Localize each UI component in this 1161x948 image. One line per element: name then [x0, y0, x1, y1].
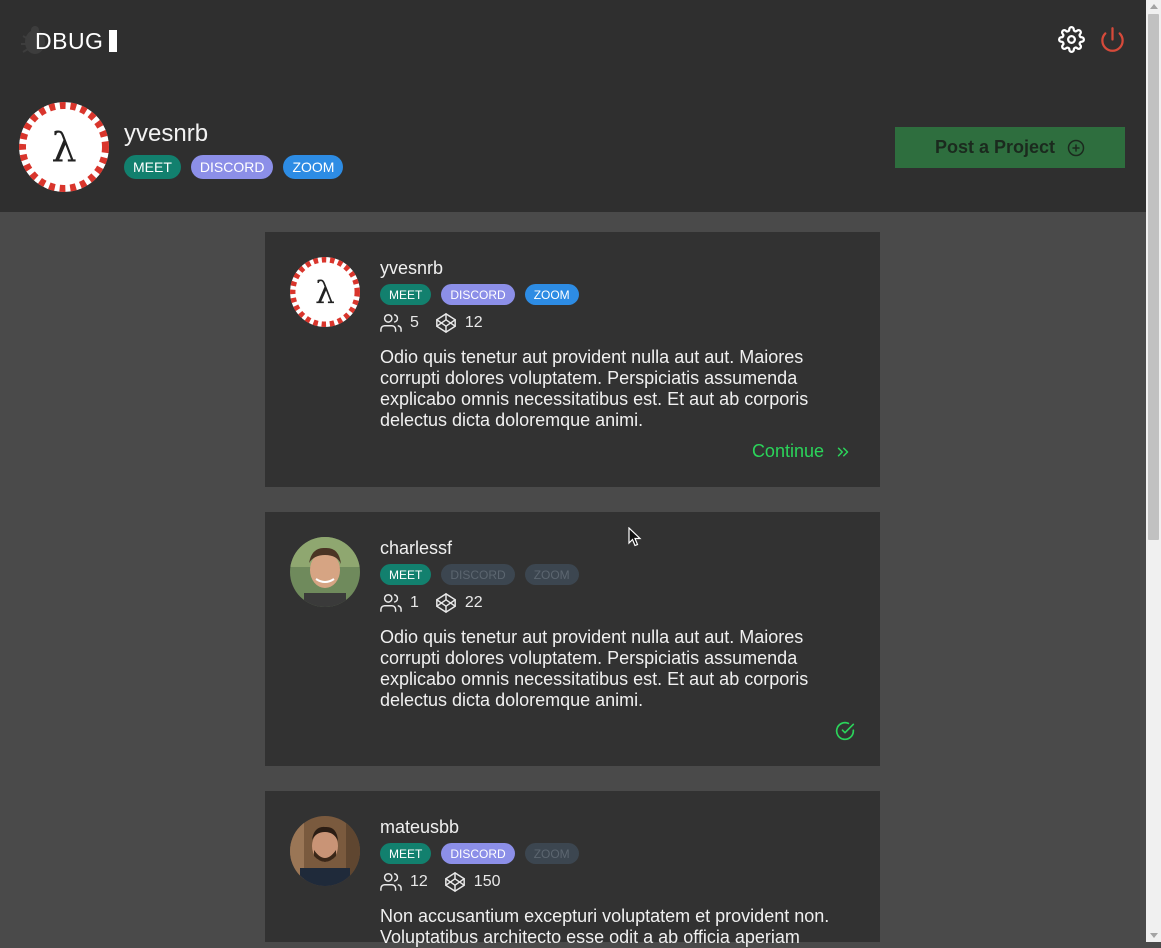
code-stat: 22 — [435, 592, 483, 614]
tag-discord: DISCORD — [441, 564, 515, 585]
tag-zoom: ZOOM — [524, 843, 579, 864]
members-stat: 12 — [380, 871, 428, 893]
avatar — [290, 537, 360, 607]
tag-meet[interactable]: MEET — [380, 843, 432, 864]
codepen-icon — [436, 593, 456, 613]
card-username[interactable]: mateusbb — [380, 817, 459, 838]
settings-button[interactable] — [1058, 26, 1085, 53]
tag-meet[interactable]: MEET — [380, 564, 432, 585]
app-logo[interactable]: DBUG — [18, 24, 118, 58]
card-tags: MEET DISCORD ZOOM — [380, 564, 579, 585]
members-count: 5 — [410, 314, 419, 331]
profile-tags: MEET DISCORD ZOOM — [124, 155, 344, 179]
project-card: mateusbb MEET DISCORD ZOOM 12 150 Non ac… — [265, 791, 880, 947]
project-card: λ yvesnrb MEET DISCORD ZOOM 5 12 Odio qu… — [265, 232, 880, 487]
logo-text: DBUG — [35, 27, 104, 54]
mouse-pointer-icon — [628, 527, 642, 547]
code-stat: 150 — [444, 871, 501, 893]
plus-circle-icon — [1067, 139, 1085, 156]
tag-discord[interactable]: DISCORD — [441, 843, 515, 864]
top-header: DBUG λ yvesnrb MEET DISCORD ZOOM Post a … — [0, 0, 1146, 212]
avatar — [290, 816, 360, 886]
svg-text:λ: λ — [315, 275, 335, 311]
user-photo — [290, 816, 360, 886]
users-icon — [380, 314, 402, 332]
tag-zoom: ZOOM — [524, 564, 579, 585]
power-icon — [1101, 27, 1124, 52]
card-description: Odio quis tenetur aut provident nulla au… — [380, 627, 809, 710]
codepen-icon — [436, 313, 456, 333]
members-stat: 5 — [380, 312, 419, 334]
code-count: 22 — [464, 594, 483, 611]
card-description: Odio quis tenetur aut provident nulla au… — [380, 347, 809, 430]
lambda-logo: λ — [19, 102, 109, 192]
lambda-logo: λ — [290, 257, 360, 327]
code-count: 12 — [464, 314, 483, 331]
post-project-button[interactable]: Post a Project — [895, 127, 1125, 168]
card-tags: MEET DISCORD ZOOM — [380, 284, 579, 305]
scrollbar-thumb[interactable] — [1148, 14, 1159, 540]
card-tags: MEET DISCORD ZOOM — [380, 843, 579, 864]
profile-username: yvesnrb — [124, 120, 209, 147]
project-card: charlessf MEET DISCORD ZOOM 1 22 Odio qu… — [265, 512, 880, 766]
gear-icon — [1058, 26, 1085, 53]
tag-discord[interactable]: DISCORD — [190, 155, 274, 179]
tag-meet[interactable]: MEET — [124, 155, 181, 179]
card-username[interactable]: yvesnrb — [380, 258, 443, 279]
members-count: 12 — [410, 873, 428, 890]
profile-avatar: λ — [19, 102, 109, 192]
avatar: λ — [290, 257, 360, 327]
tag-discord[interactable]: DISCORD — [441, 284, 515, 305]
tag-meet[interactable]: MEET — [380, 284, 432, 305]
vertical-scrollbar[interactable] — [1146, 0, 1161, 942]
continue-label: Continue — [751, 441, 824, 461]
members-stat: 1 — [380, 592, 419, 614]
codepen-icon — [444, 872, 465, 892]
users-icon — [380, 873, 402, 891]
post-project-label: Post a Project — [934, 137, 1056, 157]
logo-cursor — [109, 30, 118, 52]
tag-zoom[interactable]: ZOOM — [524, 284, 579, 305]
tag-zoom[interactable]: ZOOM — [283, 155, 344, 179]
users-icon — [380, 594, 402, 612]
code-count: 150 — [473, 873, 501, 890]
double-chevron-right-icon — [837, 447, 849, 456]
scroll-up-arrow[interactable] — [1150, 4, 1158, 9]
scroll-down-arrow[interactable] — [1150, 933, 1158, 938]
code-stat: 12 — [435, 312, 483, 334]
card-stats: 12 150 — [380, 871, 517, 893]
card-stats: 1 22 — [380, 592, 499, 614]
members-count: 1 — [410, 594, 419, 611]
card-stats: 5 12 — [380, 312, 499, 334]
check-circle-icon[interactable] — [835, 721, 855, 741]
svg-text:λ: λ — [51, 125, 76, 171]
continue-button[interactable]: Continue — [752, 441, 852, 462]
logout-button[interactable] — [1099, 26, 1126, 53]
user-photo — [290, 537, 360, 607]
card-username[interactable]: charlessf — [380, 538, 452, 559]
